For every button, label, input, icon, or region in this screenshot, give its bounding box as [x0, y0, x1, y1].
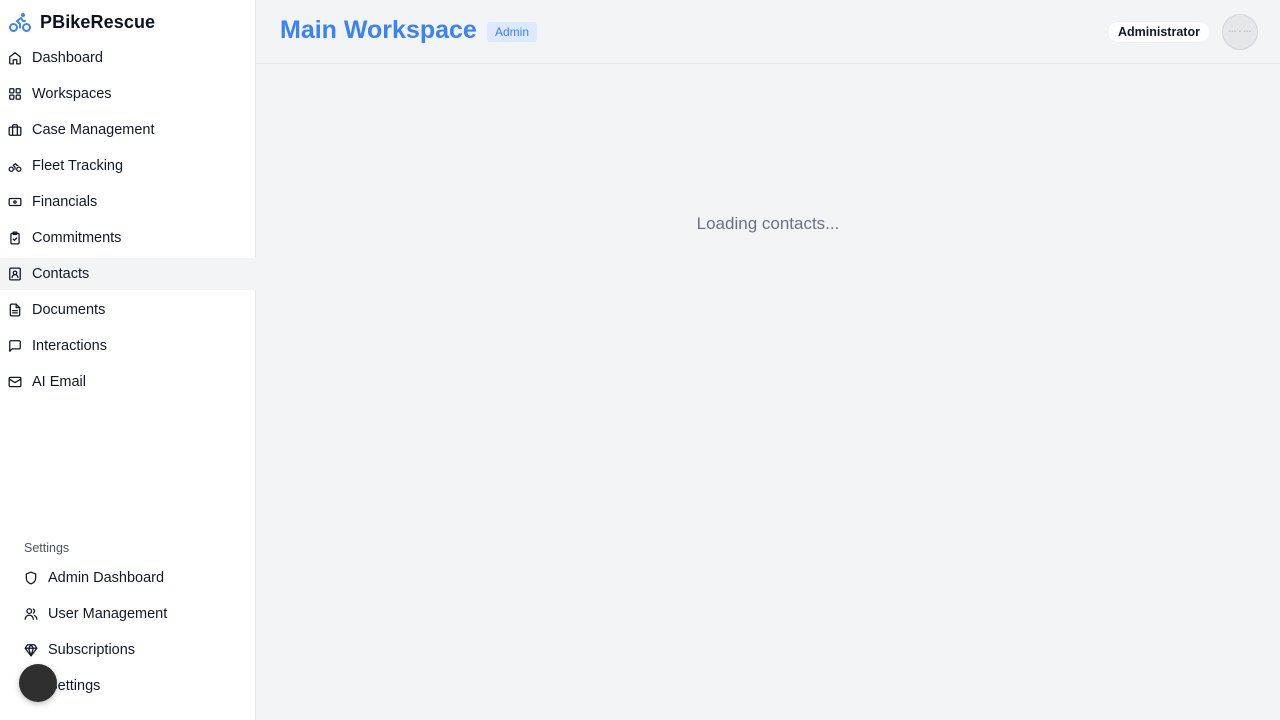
bicycle-icon — [8, 159, 22, 173]
grid-icon — [8, 87, 22, 101]
role-pill[interactable]: Administrator — [1107, 21, 1211, 43]
sidebar-item-admin-dashboard[interactable]: Admin Dashboard — [0, 562, 256, 594]
sidebar-item-label: Subscriptions — [48, 642, 136, 658]
sidebar-item-label: Admin Dashboard — [48, 570, 165, 586]
banknote-icon — [8, 195, 22, 209]
main-content: Loading contacts... — [256, 64, 1280, 720]
admin-badge: Admin — [487, 22, 538, 42]
avatar-placeholder-icon: ▪▪▪ ▪ ▪▪▪ — [1228, 29, 1252, 35]
sidebar-item-label: User Management — [48, 606, 168, 622]
gem-icon — [24, 643, 38, 657]
bicycle-icon — [8, 10, 32, 34]
sidebar-item-label: Workspaces — [32, 86, 112, 102]
home-icon — [8, 51, 22, 65]
sidebar-item-commitments[interactable]: Commitments — [0, 222, 256, 254]
settings-section-title: Settings — [24, 541, 70, 555]
users-icon — [24, 607, 38, 621]
sidebar-item-interactions[interactable]: Interactions — [0, 330, 256, 362]
loading-message: Loading contacts... — [696, 214, 840, 233]
briefcase-icon — [8, 123, 22, 137]
top-header: Main Workspace Admin Administrator ▪▪▪ ▪… — [256, 0, 1280, 64]
sidebar-item-ai-email[interactable]: AI Email — [0, 366, 256, 398]
file-text-icon — [8, 303, 22, 317]
sidebar-nav: Dashboard Workspaces Case Management Fle… — [0, 42, 256, 402]
sidebar-item-label: Fleet Tracking — [32, 158, 124, 174]
sidebar-item-label: Documents — [32, 302, 106, 318]
mail-icon — [8, 375, 22, 389]
sidebar-item-subscriptions[interactable]: Subscriptions — [0, 634, 256, 666]
sidebar-item-workspaces[interactable]: Workspaces — [0, 78, 256, 110]
brand[interactable]: PBikeRescue — [8, 10, 155, 34]
message-square-icon — [8, 339, 22, 353]
page-title: Main Workspace — [280, 16, 477, 44]
sidebar-item-fleet-tracking[interactable]: Fleet Tracking — [0, 150, 256, 182]
sidebar-item-dashboard[interactable]: Dashboard — [0, 42, 256, 74]
sidebar-item-label: Commitments — [32, 230, 122, 246]
avatar[interactable]: ▪▪▪ ▪ ▪▪▪ — [1222, 14, 1258, 50]
sidebar-item-label: Case Management — [32, 122, 155, 138]
app-name: PBikeRescue — [40, 11, 156, 32]
floating-action-button[interactable] — [19, 664, 57, 702]
sidebar-item-user-management[interactable]: User Management — [0, 598, 256, 630]
sidebar-item-label: AI Email — [32, 374, 86, 390]
sidebar-item-label: Financials — [32, 194, 98, 210]
sidebar-item-label: Contacts — [32, 266, 90, 282]
sidebar-item-label: Dashboard — [32, 50, 103, 66]
sidebar-item-label: Interactions — [32, 338, 107, 354]
shield-icon — [24, 571, 38, 585]
sidebar-item-financials[interactable]: Financials — [0, 186, 256, 218]
sidebar-item-contacts[interactable]: Contacts — [0, 258, 256, 290]
sidebar-item-case-management[interactable]: Case Management — [0, 114, 256, 146]
sidebar-item-documents[interactable]: Documents — [0, 294, 256, 326]
clipboard-check-icon — [8, 231, 22, 245]
sidebar: PBikeRescue Dashboard Workspaces Case Ma… — [0, 0, 256, 720]
contact-icon — [8, 267, 22, 281]
